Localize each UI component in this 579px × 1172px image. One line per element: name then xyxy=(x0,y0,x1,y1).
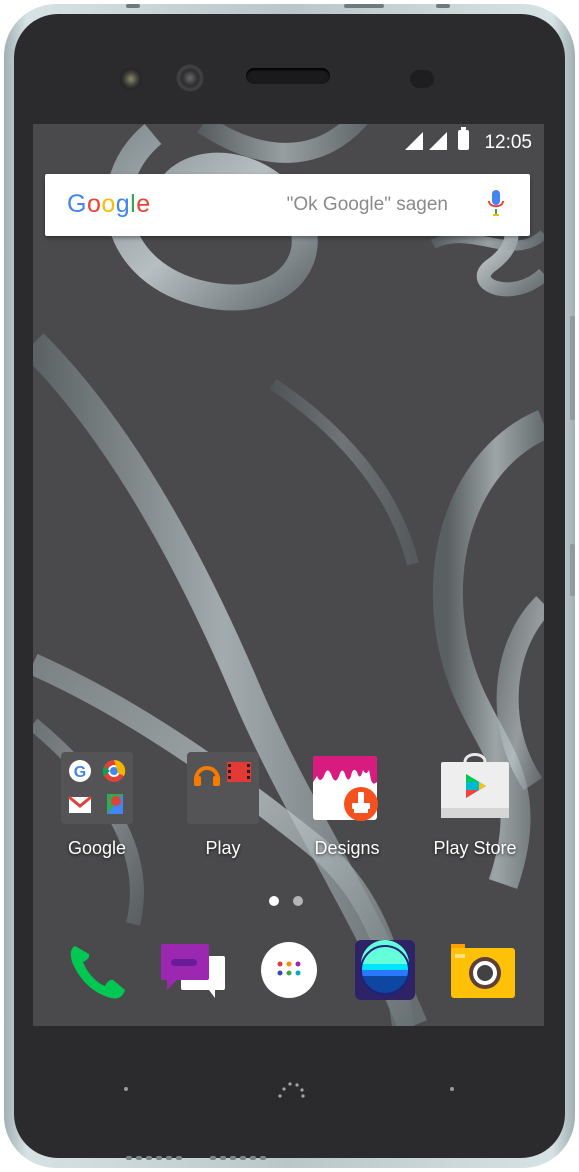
svg-text:G: G xyxy=(74,764,86,781)
search-hint: "Ok Google" sagen xyxy=(286,194,448,215)
wallpaper xyxy=(33,124,544,1026)
page-dot[interactable] xyxy=(293,896,303,906)
google-logo: Google xyxy=(67,190,151,219)
signal-icon xyxy=(405,132,423,150)
app-drawer-icon[interactable] xyxy=(253,934,325,1006)
messaging-icon[interactable] xyxy=(157,934,229,1006)
camera-icon[interactable] xyxy=(445,934,517,1006)
google-folder-icon: G xyxy=(61,752,133,824)
speaker-grille xyxy=(126,1148,266,1160)
app-google-folder[interactable]: G Google xyxy=(42,752,152,859)
logo-letter: o xyxy=(101,190,116,218)
phone-icon[interactable] xyxy=(61,934,133,1006)
nav-back-dot[interactable] xyxy=(124,1087,128,1091)
volume-button[interactable] xyxy=(570,316,575,420)
app-designs[interactable]: Designs xyxy=(292,752,402,859)
battery-icon xyxy=(458,127,469,150)
play-store-icon xyxy=(439,752,511,824)
page-dot-active[interactable] xyxy=(269,896,279,906)
play-folder-icon xyxy=(187,752,259,824)
logo-letter: e xyxy=(136,190,151,218)
status-time: 12:05 xyxy=(484,132,532,153)
app-label: Play Store xyxy=(433,838,517,858)
power-button[interactable] xyxy=(570,544,575,596)
nav-home-icon[interactable] xyxy=(276,1076,306,1098)
app-play-store[interactable]: Play Store xyxy=(420,752,530,859)
proximity-sensor xyxy=(410,70,434,88)
front-camera xyxy=(176,64,204,92)
app-label: Designs xyxy=(314,838,380,858)
mic-icon[interactable] xyxy=(488,190,504,223)
top-notch-mark xyxy=(344,4,384,8)
google-search-bar[interactable]: Google "Ok Google" sagen xyxy=(45,174,530,236)
app-label: Play xyxy=(205,838,241,858)
app-play-folder[interactable]: Play xyxy=(168,752,278,859)
top-notch-mark xyxy=(436,4,450,8)
browser-icon[interactable] xyxy=(349,934,421,1006)
light-sensor xyxy=(120,68,142,90)
designs-icon xyxy=(311,752,383,824)
nav-menu-dot[interactable] xyxy=(450,1087,454,1091)
logo-letter: o xyxy=(86,190,102,218)
earpiece-speaker xyxy=(246,68,330,84)
home-screen[interactable]: 12:05 Google "Ok Google" sagen G Google … xyxy=(33,124,544,1026)
status-bar: 12:05 xyxy=(33,124,544,158)
logo-letter: G xyxy=(67,190,87,218)
top-notch-mark xyxy=(126,4,140,8)
logo-letter: g xyxy=(115,190,131,218)
app-label: Google xyxy=(67,838,127,858)
signal-icon xyxy=(429,132,447,150)
